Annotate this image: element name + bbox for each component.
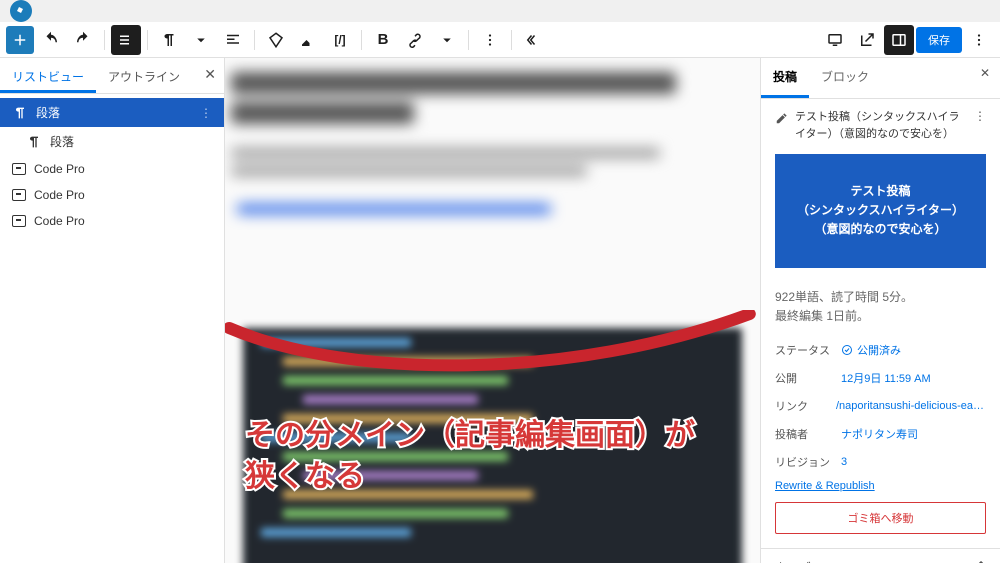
list-item-label: 段落 [50, 133, 74, 150]
list-item[interactable]: Code Pro [0, 156, 224, 182]
check-circle-icon [841, 344, 853, 356]
item-options-icon[interactable]: ⋮ [200, 106, 212, 120]
block-list: 段落 ⋮ 段落 Code Pro Code Pro Code Pro [0, 94, 224, 234]
status-row[interactable]: ステータス 公開済み [761, 336, 1000, 364]
list-item-label: Code Pro [34, 214, 85, 228]
post-title-row: テスト投稿（シンタックスハイライター）（意図的なので安心を） ⋮ [761, 99, 1000, 148]
code-block-icon [12, 189, 26, 201]
editor-canvas[interactable]: その分メイン（記事編集画面）が 狭くなる [225, 58, 760, 563]
paragraph-format-button[interactable] [154, 25, 184, 55]
list-item-label: Code Pro [34, 188, 85, 202]
category-accordion[interactable]: カテゴリー ⌃ [761, 548, 1000, 563]
add-block-button[interactable] [6, 26, 34, 54]
site-favicon [10, 0, 32, 22]
code-block-icon [12, 215, 26, 227]
chevron-down-icon[interactable] [186, 25, 216, 55]
bold-button[interactable]: B [368, 25, 398, 55]
collapse-toolbar-icon[interactable] [518, 25, 548, 55]
device-preview-icon[interactable] [820, 25, 850, 55]
rewrite-republish-link[interactable]: Rewrite & Republish [761, 476, 1000, 502]
paragraph-icon [12, 105, 28, 121]
post-meta: 922単語、読了時間 5分。 最終編集 1日前。 [761, 278, 1000, 336]
paragraph-icon [26, 134, 42, 150]
list-item[interactable]: Code Pro [0, 182, 224, 208]
save-button[interactable]: 保存 [916, 27, 962, 53]
publish-date-row[interactable]: 公開 12月9日 11:59 AM [761, 364, 1000, 392]
highlight-icon[interactable] [293, 25, 323, 55]
editor-toolbar: [/] B 保存 [0, 22, 1000, 58]
tab-post[interactable]: 投稿 [761, 58, 809, 98]
move-to-trash-button[interactable]: ゴミ箱へ移動 [775, 502, 986, 534]
list-item[interactable]: 段落 ⋮ [0, 98, 224, 127]
tab-outline[interactable]: アウトライン [96, 58, 192, 93]
external-preview-icon[interactable] [852, 25, 882, 55]
close-icon[interactable]: ✕ [980, 66, 990, 80]
blurred-content [231, 64, 754, 324]
pencil-icon [775, 111, 789, 125]
options-kebab-icon[interactable] [964, 25, 994, 55]
annotation-text: その分メイン（記事編集画面）が 狭くなる [245, 416, 695, 497]
document-outline-panel: リストビュー アウトライン ✕ 段落 ⋮ 段落 Code Pro Code Pr… [0, 58, 225, 563]
browser-tabstrip [0, 0, 1000, 22]
link-button[interactable] [400, 25, 430, 55]
sidebar-toggle[interactable] [884, 25, 914, 55]
settings-sidebar: 投稿 ブロック ✕ テスト投稿（シンタックスハイライター）（意図的なので安心を）… [760, 58, 1000, 563]
list-view-toggle[interactable] [111, 25, 141, 55]
chevron-up-icon: ⌃ [976, 559, 986, 563]
yoast-diamond-icon[interactable] [261, 25, 291, 55]
featured-preview[interactable]: テスト投稿 （シンタックスハイライター） （意図的なので安心を） [775, 154, 986, 268]
tab-list-view[interactable]: リストビュー [0, 58, 96, 93]
post-title-text: テスト投稿（シンタックスハイライター）（意図的なので安心を） [795, 109, 968, 142]
author-row[interactable]: 投稿者 ナポリタン寿司 [761, 420, 1000, 448]
tab-block[interactable]: ブロック [809, 58, 881, 98]
kebab-icon[interactable] [475, 25, 505, 55]
list-item[interactable]: 段落 [0, 127, 224, 156]
redo-button[interactable] [68, 25, 98, 55]
post-options-icon[interactable]: ⋮ [974, 109, 986, 123]
code-block-icon [12, 163, 26, 175]
undo-button[interactable] [36, 25, 66, 55]
list-item-label: Code Pro [34, 162, 85, 176]
permalink-row[interactable]: リンク /naporitansushi-delicious-eat-every-… [761, 392, 1000, 420]
more-format-icon[interactable] [432, 25, 462, 55]
shortcode-icon[interactable]: [/] [325, 25, 355, 55]
revision-row[interactable]: リビジョン 3 [761, 448, 1000, 476]
close-icon[interactable]: ✕ [204, 66, 216, 83]
list-item-label: 段落 [36, 104, 60, 121]
list-item[interactable]: Code Pro [0, 208, 224, 234]
align-button[interactable] [218, 25, 248, 55]
